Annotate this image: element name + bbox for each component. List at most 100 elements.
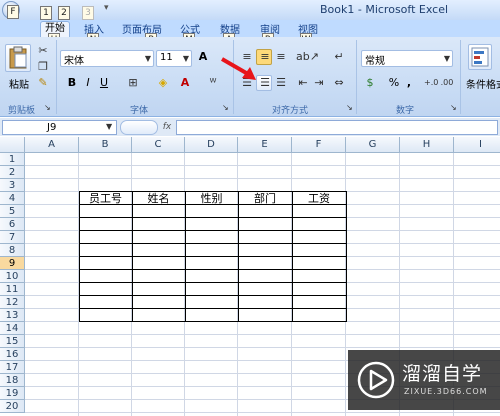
row-header[interactable]: 11 bbox=[0, 283, 25, 296]
increase-indent-icon[interactable]: ⇥ bbox=[312, 76, 326, 90]
table-border bbox=[79, 217, 347, 218]
column-header[interactable]: F bbox=[292, 137, 346, 153]
conditional-format-button[interactable] bbox=[468, 44, 492, 70]
italic-button[interactable]: I bbox=[81, 76, 95, 90]
table-border bbox=[292, 191, 293, 322]
paste-button[interactable] bbox=[5, 44, 31, 72]
group-divider bbox=[460, 40, 461, 114]
table-border bbox=[238, 191, 239, 322]
fx-icon[interactable]: fx bbox=[160, 120, 174, 134]
increase-decimal-icon[interactable]: +.0 bbox=[424, 76, 438, 90]
currency-icon[interactable]: $ bbox=[363, 76, 377, 90]
cut-icon[interactable]: ✂ bbox=[37, 44, 49, 58]
clipboard-icon bbox=[9, 46, 27, 69]
font-size-select[interactable]: 11 ▼ bbox=[156, 50, 192, 67]
row-header[interactable]: 7 bbox=[0, 231, 25, 244]
font-launcher-icon[interactable]: ↘ bbox=[222, 101, 229, 115]
ribbon-tab-bar bbox=[0, 20, 500, 37]
conditional-format-icon bbox=[471, 47, 489, 67]
table-border bbox=[185, 191, 186, 322]
comma-button[interactable]: , bbox=[404, 76, 414, 90]
decrease-indent-icon[interactable]: ⇤ bbox=[296, 76, 310, 90]
row-header[interactable]: 5 bbox=[0, 205, 25, 218]
row-header[interactable]: 8 bbox=[0, 244, 25, 257]
gridline bbox=[25, 165, 500, 166]
fill-color-icon[interactable]: ◈ bbox=[156, 76, 170, 90]
borders-icon[interactable]: ⊞ bbox=[126, 76, 140, 90]
number-launcher-icon[interactable]: ↘ bbox=[450, 101, 457, 115]
qat-customize-icon[interactable]: ▾ bbox=[104, 3, 109, 13]
row-header[interactable]: 18 bbox=[0, 374, 25, 387]
name-box[interactable]: J9 bbox=[2, 120, 117, 135]
row-header[interactable]: 10 bbox=[0, 270, 25, 283]
row-header[interactable]: 16 bbox=[0, 348, 25, 361]
row-header[interactable]: 6 bbox=[0, 218, 25, 231]
clipboard-launcher-icon[interactable]: ↘ bbox=[44, 101, 51, 115]
phonetic-icon[interactable]: ᵂ bbox=[206, 76, 220, 90]
row-header[interactable]: 19 bbox=[0, 387, 25, 400]
formula-input[interactable] bbox=[176, 120, 498, 135]
table-border bbox=[79, 243, 347, 244]
orientation-icon[interactable]: ab↗ bbox=[296, 50, 319, 64]
percent-button[interactable]: % bbox=[388, 76, 400, 90]
gridline bbox=[25, 347, 500, 348]
row-header[interactable]: 2 bbox=[0, 166, 25, 179]
row-header[interactable]: 13 bbox=[0, 309, 25, 322]
gridline bbox=[25, 412, 500, 413]
font-color-icon[interactable]: A bbox=[178, 76, 192, 90]
formula-bar-expand[interactable] bbox=[120, 120, 158, 135]
copy-icon[interactable]: ❐ bbox=[37, 60, 49, 74]
merge-center-icon[interactable]: ⇔ bbox=[332, 76, 346, 90]
align-right-icon[interactable]: ☰ bbox=[274, 76, 288, 90]
underline-button[interactable]: U bbox=[97, 76, 111, 90]
conditional-format-label: 条件格式 bbox=[466, 80, 500, 91]
font-name-value: 宋体 bbox=[64, 56, 84, 67]
column-header[interactable]: H bbox=[400, 137, 454, 153]
column-header[interactable]: E bbox=[238, 137, 292, 153]
wrap-text-icon[interactable]: ↵ bbox=[332, 50, 346, 64]
row-header[interactable]: 4 bbox=[0, 192, 25, 205]
row-header[interactable]: 20 bbox=[0, 400, 25, 413]
number-format-select[interactable]: 常规 ▼ bbox=[361, 50, 453, 67]
table-border bbox=[132, 191, 133, 322]
number-group-label: 数字 bbox=[396, 106, 415, 116]
paste-label: 粘贴 bbox=[9, 80, 29, 91]
gridline bbox=[25, 178, 500, 179]
select-all-corner[interactable] bbox=[0, 137, 25, 153]
chevron-down-icon: ▼ bbox=[443, 54, 450, 63]
table-border bbox=[79, 282, 347, 283]
row-header[interactable]: 9 bbox=[0, 257, 25, 270]
chevron-down-icon[interactable]: ▼ bbox=[106, 120, 112, 134]
chevron-down-icon: ▼ bbox=[144, 54, 151, 63]
row-header[interactable]: 3 bbox=[0, 179, 25, 192]
alignment-launcher-icon[interactable]: ↘ bbox=[346, 101, 353, 115]
row-header[interactable]: 17 bbox=[0, 361, 25, 374]
column-header[interactable]: I bbox=[454, 137, 500, 153]
column-header[interactable]: B bbox=[79, 137, 132, 153]
row-header[interactable]: 14 bbox=[0, 322, 25, 335]
chevron-down-icon: ▼ bbox=[182, 54, 189, 63]
font-name-select[interactable]: 宋体 ▼ bbox=[60, 50, 154, 67]
play-logo-icon bbox=[357, 361, 395, 399]
bold-button[interactable]: B bbox=[65, 76, 79, 90]
table-border bbox=[79, 295, 347, 296]
row-header[interactable]: 12 bbox=[0, 296, 25, 309]
align-bottom-icon[interactable]: ≡ bbox=[274, 50, 288, 64]
window-title: Book1 - Microsoft Excel bbox=[320, 3, 449, 16]
row-header[interactable]: 1 bbox=[0, 153, 25, 166]
column-header[interactable]: G bbox=[346, 137, 400, 153]
clipboard-group-label: 剪贴板 bbox=[8, 106, 36, 116]
keytip-1: 1 bbox=[40, 6, 52, 20]
grow-font-button[interactable]: A bbox=[196, 50, 210, 64]
column-header[interactable]: D bbox=[185, 137, 238, 153]
keytip-2: 2 bbox=[58, 6, 70, 20]
table-border bbox=[346, 191, 347, 322]
column-header[interactable]: C bbox=[132, 137, 185, 153]
decrease-decimal-icon[interactable]: .00 bbox=[440, 76, 454, 90]
number-format-value: 常规 bbox=[365, 56, 385, 67]
column-header[interactable]: A bbox=[25, 137, 79, 153]
format-painter-icon[interactable]: ✎ bbox=[37, 76, 49, 90]
table-border bbox=[79, 308, 347, 309]
row-header[interactable]: 15 bbox=[0, 335, 25, 348]
watermark-brand: 溜溜自学 bbox=[402, 363, 483, 385]
